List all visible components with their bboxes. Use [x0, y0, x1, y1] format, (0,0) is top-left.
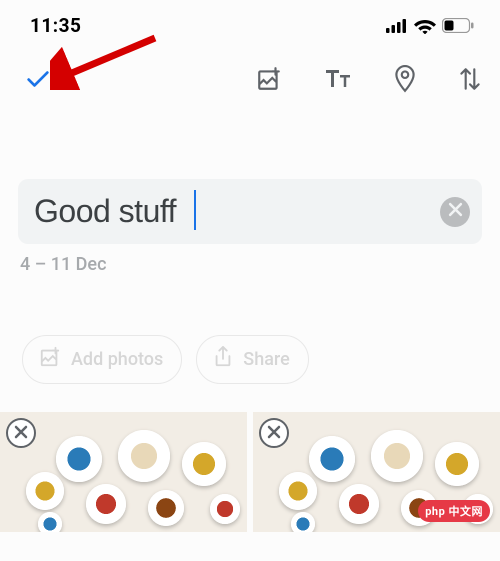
share-button[interactable]: Share: [196, 335, 308, 384]
location-pin-icon[interactable]: [394, 65, 416, 97]
title-input-wrap[interactable]: [18, 179, 482, 244]
close-icon: [448, 202, 463, 221]
sort-arrows-icon[interactable]: [458, 65, 482, 97]
photo-thumbnail[interactable]: php 中文网: [253, 412, 500, 532]
date-range: 4 – 11 Dec: [18, 254, 482, 275]
actions-row: Add photos Share: [0, 335, 500, 384]
close-icon: [267, 424, 281, 443]
add-image-icon[interactable]: [256, 66, 282, 96]
battery-icon: [442, 18, 474, 33]
text-cursor: [194, 190, 196, 230]
status-time: 11:35: [30, 14, 81, 37]
add-photos-label: Add photos: [71, 349, 163, 370]
clear-title-button[interactable]: [440, 197, 470, 227]
photo-grid: php 中文网: [0, 412, 500, 532]
remove-photo-button[interactable]: [6, 418, 36, 448]
cellular-signal-icon: [386, 19, 408, 33]
status-bar: 11:35: [0, 0, 500, 43]
status-right-icons: [386, 18, 474, 34]
add-photos-button[interactable]: Add photos: [22, 335, 182, 384]
share-label: Share: [243, 349, 289, 370]
add-image-icon: [39, 346, 61, 373]
photo-thumbnail[interactable]: [0, 412, 247, 532]
wifi-icon: [414, 18, 436, 34]
check-icon[interactable]: [24, 65, 52, 97]
title-input[interactable]: [34, 193, 426, 230]
close-icon: [14, 424, 28, 443]
text-style-icon[interactable]: [324, 66, 352, 96]
share-icon: [213, 346, 233, 373]
remove-photo-button[interactable]: [259, 418, 289, 448]
watermark-badge: php 中文网: [418, 500, 490, 522]
toolbar: [0, 43, 500, 97]
title-section: 4 – 11 Dec: [0, 179, 500, 275]
photo-content: [0, 412, 247, 532]
